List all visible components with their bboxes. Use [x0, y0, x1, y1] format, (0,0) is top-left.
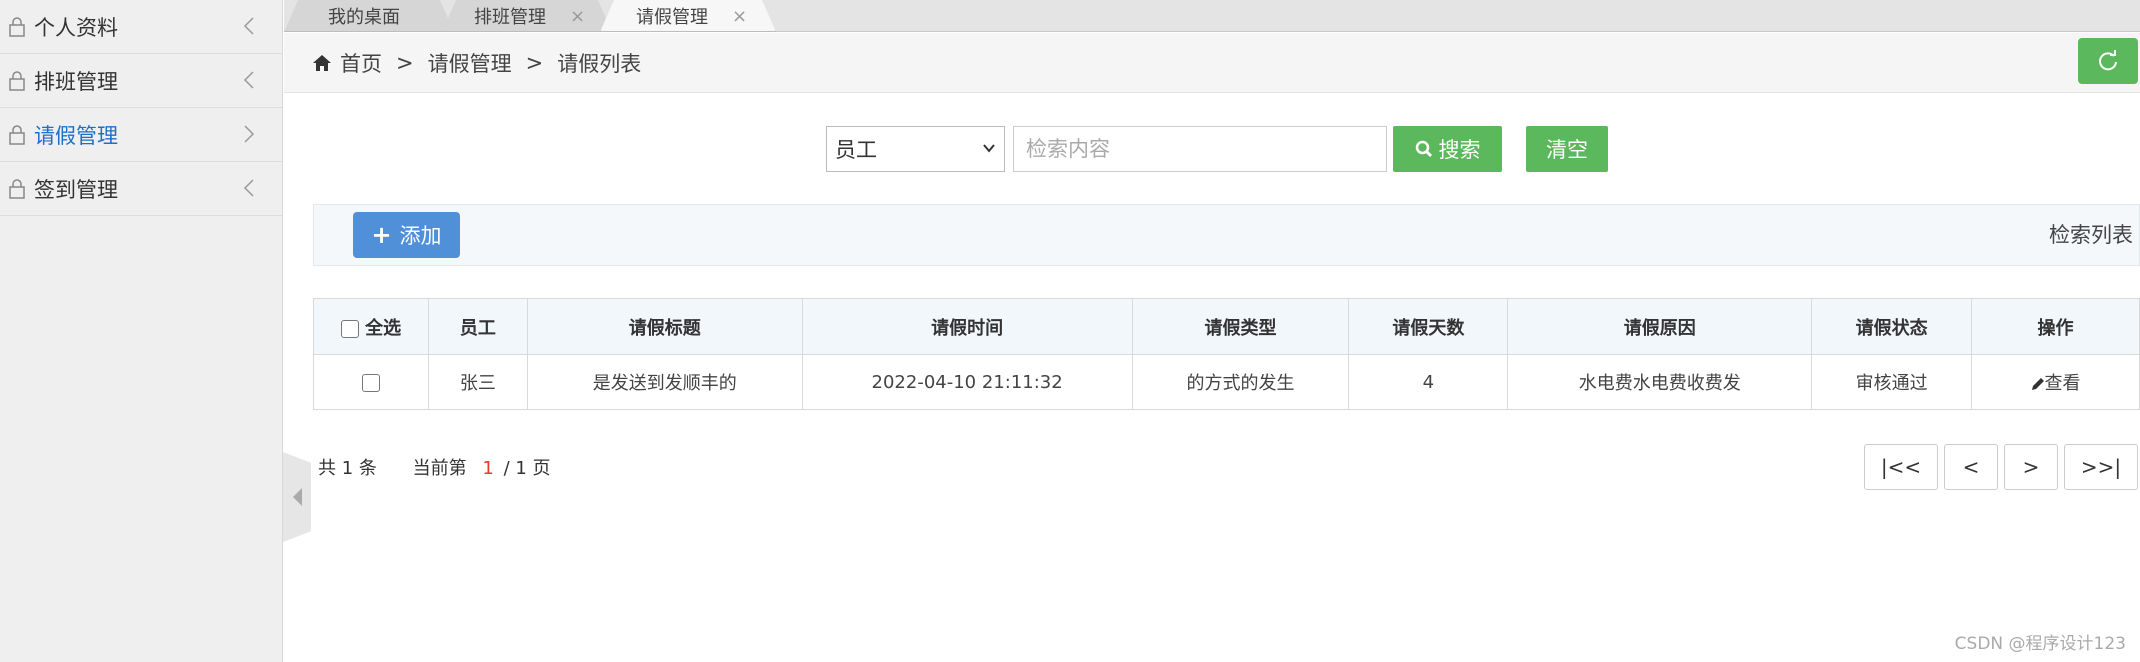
row-checkbox[interactable]: [361, 373, 380, 392]
add-button[interactable]: + 添加: [353, 212, 460, 258]
plus-icon: +: [371, 221, 392, 249]
search-button-label: 搜索: [1438, 138, 1481, 162]
tab-label: 请假管理: [636, 7, 708, 28]
pagination: |<< < > >>|: [1858, 444, 2138, 490]
pencil-icon: [2031, 378, 2044, 390]
search-field-select[interactable]: 员工: [826, 126, 1005, 172]
clear-button[interactable]: 清空: [1526, 126, 1608, 172]
pager-info: 共 1 条 当前第 1 / 1 页: [318, 454, 551, 480]
cell-reason: 水电费水电费收费发: [1507, 354, 1813, 410]
column-header: 请假原因: [1507, 298, 1813, 355]
search-icon: [1415, 140, 1432, 158]
table-row: 张三 是发送到发顺丰的 2022-04-10 21:11:32 的方式的发生 4…: [313, 354, 2140, 410]
column-header: 请假标题: [526, 298, 803, 355]
column-header: 请假类型: [1131, 298, 1350, 355]
tab-schedule[interactable]: 排班管理 ×: [442, 0, 612, 32]
view-link[interactable]: 查看: [2031, 373, 2081, 394]
watermark: CSDN @程序设计123: [1954, 634, 2126, 654]
column-header: 请假时间: [801, 298, 1133, 355]
search-input[interactable]: [1013, 126, 1387, 172]
tab-bar: 我的桌面 排班管理 × 请假管理 ×: [284, 0, 2140, 32]
prev-page-button[interactable]: <: [1944, 444, 1998, 490]
search-field-value: 员工: [835, 138, 877, 162]
total-count: 共 1 条: [318, 458, 377, 479]
tab-label: 我的桌面: [328, 7, 400, 28]
lock-icon: [9, 124, 25, 145]
column-header: 操作: [1971, 298, 2140, 355]
first-page-button[interactable]: |<<: [1864, 444, 1938, 490]
breadcrumb: 首页 > 请假管理 > 请假列表: [284, 33, 2140, 93]
sidebar-item-label: 个人资料: [34, 15, 118, 40]
current-page-number: 1: [482, 458, 494, 479]
chevron-left-icon: [243, 71, 254, 89]
refresh-button[interactable]: [2078, 38, 2138, 84]
tab-desktop[interactable]: 我的桌面: [284, 0, 454, 32]
tab-leave[interactable]: 请假管理 ×: [600, 0, 776, 32]
breadcrumb-page: 请假列表: [557, 51, 642, 76]
current-page-prefix: 当前第: [412, 458, 467, 479]
cell-type: 的方式的发生: [1131, 354, 1350, 410]
chevron-right-icon: [244, 125, 255, 143]
page-count: / 1 页: [503, 458, 551, 479]
chevron-left-icon: [243, 17, 254, 35]
caret-left-icon: [292, 488, 302, 506]
sidebar-item-label: 排班管理: [34, 69, 118, 94]
breadcrumb-separator: >: [396, 50, 414, 75]
chevron-left-icon: [243, 179, 254, 197]
column-header: 请假天数: [1348, 298, 1509, 355]
cell-title: 是发送到发顺丰的: [526, 354, 803, 410]
cell-days: 4: [1348, 354, 1509, 410]
leave-table: 全选 员工 请假标题 请假时间 请假类型 请假天数 请假原因 请假状态 操作 张…: [313, 298, 2140, 410]
list-title: 检索列表: [2049, 223, 2133, 247]
breadcrumb-separator: >: [525, 50, 544, 75]
row-checkbox-cell: [313, 354, 429, 410]
tab-label: 排班管理: [474, 7, 546, 28]
cell-employee: 张三: [427, 354, 528, 410]
chevron-down-icon: [983, 144, 995, 153]
sidebar-item-label: 签到管理: [34, 177, 118, 202]
home-icon: [313, 54, 331, 71]
add-button-label: 添加: [399, 224, 442, 248]
select-all-checkbox[interactable]: [340, 319, 359, 338]
last-page-button[interactable]: >>|: [2064, 444, 2138, 490]
list-toolbar: + 添加 检索列表: [313, 204, 2140, 266]
refresh-icon: [2099, 50, 2117, 71]
select-all-label: 全选: [365, 317, 402, 339]
table-header-row: 全选 员工 请假标题 请假时间 请假类型 请假天数 请假原因 请假状态 操作: [313, 298, 2140, 355]
cell-time: 2022-04-10 21:11:32: [801, 354, 1133, 410]
search-button[interactable]: 搜索: [1393, 126, 1502, 172]
view-link-label: 查看: [2044, 373, 2081, 394]
column-header: 请假状态: [1811, 298, 1973, 355]
search-bar: 员工 搜索 清空: [826, 125, 1608, 173]
lock-icon: [9, 70, 25, 91]
sidebar-item-profile[interactable]: 个人资料: [0, 0, 282, 54]
next-page-button[interactable]: >: [2004, 444, 2058, 490]
clear-button-label: 清空: [1546, 138, 1588, 162]
select-all-header[interactable]: 全选: [313, 298, 429, 355]
sidebar-item-schedule[interactable]: 排班管理: [0, 54, 282, 108]
sidebar: 个人资料 排班管理 请假管理 签到管理: [0, 0, 283, 662]
lock-icon: [9, 178, 25, 199]
close-icon[interactable]: ×: [570, 6, 585, 27]
cell-action: 查看: [1971, 354, 2140, 410]
cell-status: 审核通过: [1811, 354, 1973, 410]
breadcrumb-home[interactable]: 首页: [340, 48, 382, 78]
close-icon[interactable]: ×: [732, 6, 747, 27]
sidebar-item-signin[interactable]: 签到管理: [0, 162, 282, 216]
sidebar-collapse-toggle[interactable]: [283, 452, 311, 542]
column-header: 员工: [427, 298, 528, 355]
lock-icon: [9, 16, 25, 37]
sidebar-item-label: 请假管理: [34, 123, 118, 148]
breadcrumb-section[interactable]: 请假管理: [428, 48, 512, 78]
sidebar-item-leave[interactable]: 请假管理: [0, 108, 282, 162]
